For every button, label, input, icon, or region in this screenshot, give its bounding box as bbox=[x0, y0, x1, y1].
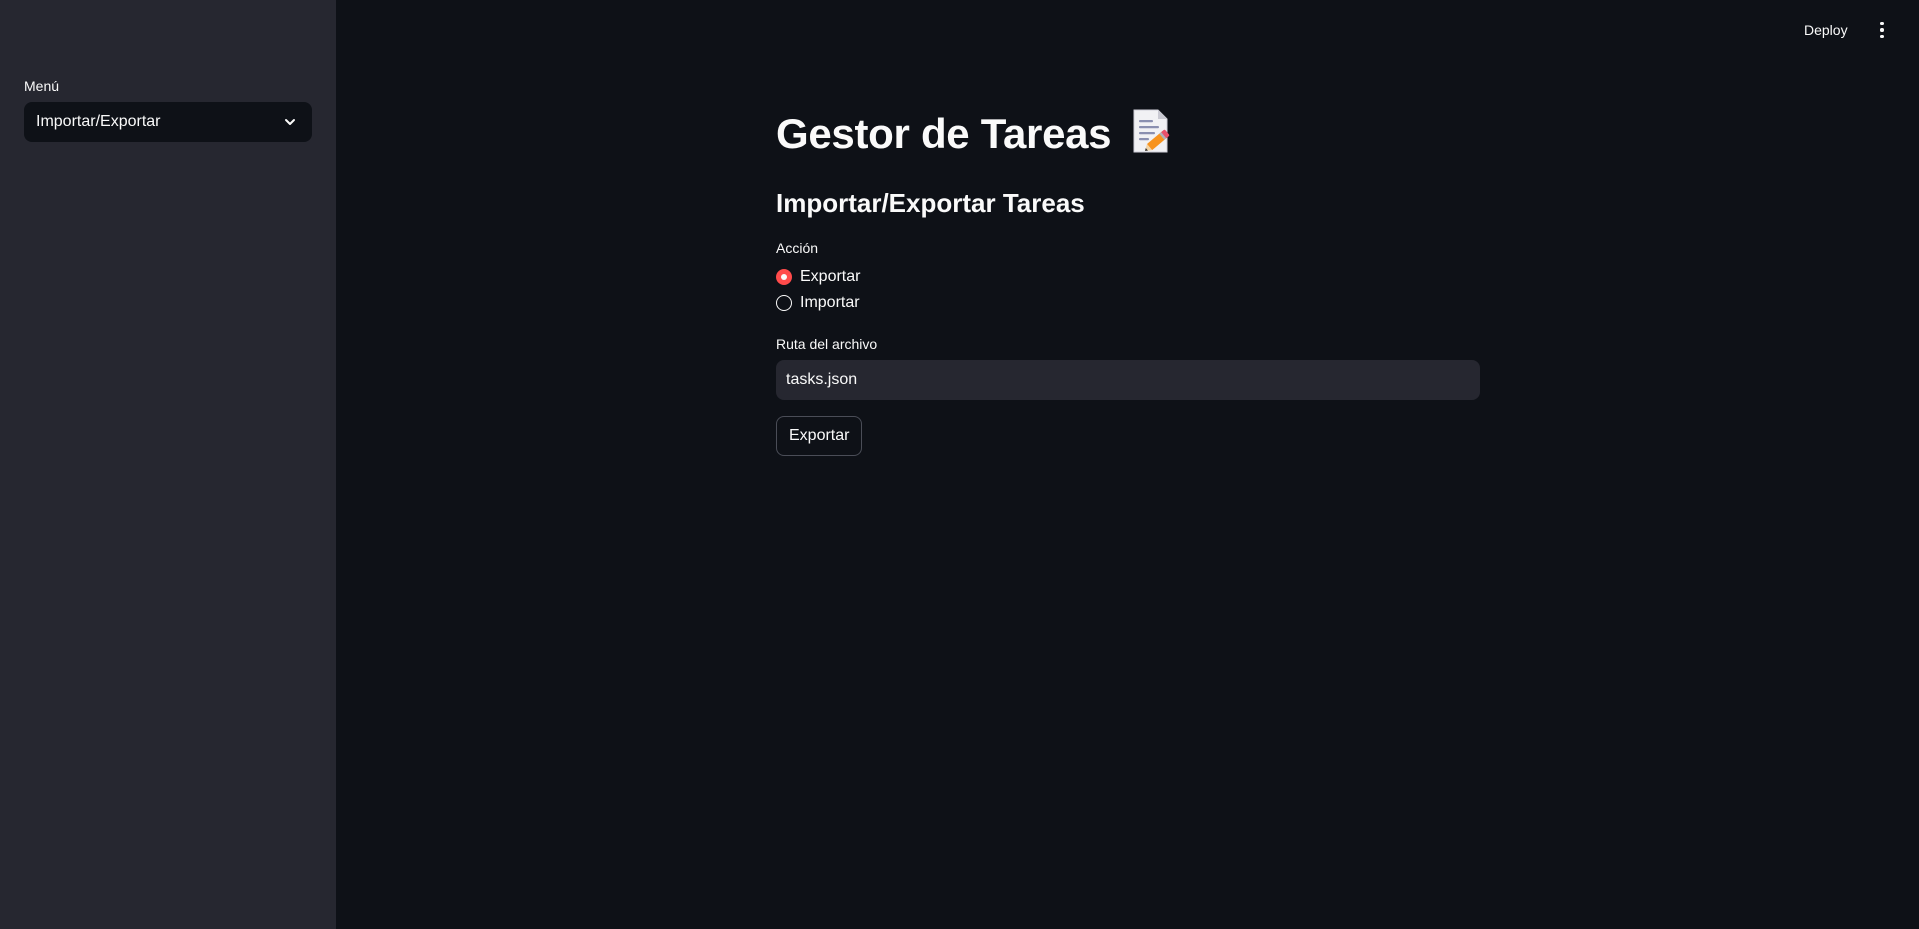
export-button[interactable]: Exportar bbox=[776, 416, 863, 456]
radio-unchecked-icon bbox=[776, 295, 792, 311]
app-root: Menú Importar/Exportar Deploy Gestor de … bbox=[0, 0, 1919, 929]
page-title: Gestor de Tareas bbox=[776, 109, 1112, 157]
radio-label-exportar: Exportar bbox=[800, 268, 861, 285]
radio-checked-icon bbox=[776, 269, 792, 285]
sidebar: Menú Importar/Exportar bbox=[0, 0, 336, 929]
section-subtitle: Importar/Exportar Tareas bbox=[776, 188, 1085, 218]
kebab-menu-icon[interactable] bbox=[1874, 18, 1890, 42]
deploy-button[interactable]: Deploy bbox=[1800, 20, 1852, 40]
radio-exportar[interactable]: Exportar bbox=[776, 268, 860, 286]
menu-select-value: Importar/Exportar bbox=[36, 113, 161, 130]
title-row: Gestor de Tareas bbox=[776, 108, 1171, 159]
radio-importar[interactable]: Importar bbox=[776, 294, 860, 312]
file-path-input[interactable] bbox=[776, 360, 1480, 400]
file-path-label: Ruta del archivo bbox=[776, 336, 878, 352]
menu-label: Menú bbox=[24, 78, 60, 94]
menu-select[interactable]: Importar/Exportar bbox=[24, 102, 312, 142]
action-label: Acción bbox=[776, 240, 819, 256]
memo-icon bbox=[1131, 108, 1171, 159]
chevron-down-icon bbox=[282, 114, 298, 130]
radio-label-importar: Importar bbox=[800, 294, 860, 311]
